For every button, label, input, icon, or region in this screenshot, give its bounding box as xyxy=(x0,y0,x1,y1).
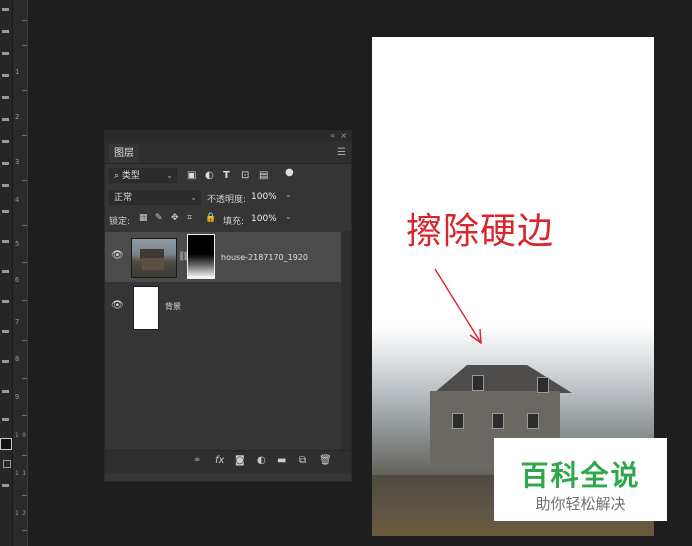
filter-row: ⌕ 类型 ⌄ ▣ ◐ T ⊡ ▤ ● xyxy=(105,167,351,185)
watermark-box: 百科全说 助你轻松解决 xyxy=(494,438,667,521)
lock-row: 锁定: ▦ ✎ ✥ ⌗ 🔒 填充: 100% ⌄ xyxy=(105,211,351,229)
ruler-number: 1 xyxy=(15,68,20,76)
filter-kind-dropdown[interactable]: ⌕ 类型 ⌄ xyxy=(109,168,177,183)
lock-image-icon[interactable]: ✎ xyxy=(155,213,163,223)
annotation-arrow-icon xyxy=(434,268,482,345)
tool-icon[interactable] xyxy=(2,300,9,303)
chevron-down-icon[interactable]: ⌄ xyxy=(285,190,292,199)
pixel-filter-icon[interactable]: ▣ xyxy=(187,170,196,181)
layer-row-house[interactable]: 👁 ⛓ house-2187170_1920 xyxy=(105,232,341,282)
layer-row-background[interactable]: 👁 背景 xyxy=(105,282,341,332)
lock-position-icon[interactable]: ✥ xyxy=(171,213,179,223)
layer-thumbnail[interactable] xyxy=(133,286,159,330)
tool-icon[interactable] xyxy=(2,30,9,33)
ruler-number: 1 2 xyxy=(15,510,26,517)
tool-icon[interactable] xyxy=(2,360,9,363)
ruler-number: 5 xyxy=(15,240,20,248)
lock-all-icon[interactable]: 🔒 xyxy=(205,213,216,223)
layers-bottom-toolbar: ⚭ fx ◙ ◐ ▬ ⧉ 🗑 xyxy=(105,450,351,473)
chevron-down-icon: ⌄ xyxy=(166,171,173,180)
tool-icon[interactable] xyxy=(2,390,9,393)
quick-mask-icon[interactable] xyxy=(3,460,11,468)
tool-icon[interactable] xyxy=(2,96,9,99)
fill-label: 填充: xyxy=(223,217,245,227)
blend-mode-value: 正常 xyxy=(114,193,133,203)
layer-thumbnail[interactable] xyxy=(131,238,177,278)
filter-kind-label: 类型 xyxy=(121,171,140,181)
tool-icon[interactable] xyxy=(2,330,9,333)
blend-mode-dropdown[interactable]: 正常 ⌄ xyxy=(109,190,201,205)
trash-icon[interactable]: 🗑 xyxy=(319,455,332,466)
adjustment-layer-icon[interactable]: ◐ xyxy=(257,455,266,466)
panel-tabs: 图层 ☰ xyxy=(105,141,351,164)
fill-value[interactable]: 100% xyxy=(251,214,277,224)
group-folder-icon[interactable]: ▬ xyxy=(277,455,286,466)
tool-icon[interactable] xyxy=(2,270,9,273)
opacity-label: 不透明度: xyxy=(207,195,247,205)
fx-icon[interactable]: fx xyxy=(215,455,224,466)
tool-icon[interactable] xyxy=(2,240,9,243)
watermark-subtitle: 助你轻松解决 xyxy=(535,495,626,513)
foreground-color-swatch[interactable] xyxy=(0,438,12,450)
layer-mask-thumbnail[interactable] xyxy=(187,234,215,279)
adjustment-filter-icon[interactable]: ◐ xyxy=(205,170,214,181)
panel-menu-icon[interactable]: ☰ xyxy=(337,147,346,158)
search-icon: ⌕ xyxy=(114,171,120,181)
ruler-number: 8 xyxy=(15,355,20,363)
eye-icon[interactable]: 👁 xyxy=(111,300,124,311)
lock-label: 锁定: xyxy=(109,217,131,227)
lock-transparent-icon[interactable]: ▦ xyxy=(139,213,148,223)
chevron-down-icon: ⌄ xyxy=(190,193,197,202)
tool-icon[interactable] xyxy=(2,162,9,165)
screen-mode-icon[interactable] xyxy=(2,484,9,487)
smart-object-filter-icon[interactable]: ▤ xyxy=(259,170,268,181)
ruler-number: 1 1 xyxy=(15,470,26,477)
ruler-number: 4 xyxy=(15,196,20,204)
tab-layers[interactable]: 图层 xyxy=(109,144,139,163)
tool-icon[interactable] xyxy=(2,52,9,55)
scrollbar[interactable] xyxy=(341,231,351,451)
tool-icon[interactable] xyxy=(2,210,9,213)
ruler-number: 7 xyxy=(15,318,20,326)
ruler-number: 6 xyxy=(15,276,20,284)
type-filter-icon[interactable]: T xyxy=(223,170,230,181)
link-layers-icon[interactable]: ⚭ xyxy=(193,455,201,466)
shape-filter-icon[interactable]: ⊡ xyxy=(241,170,249,181)
chevron-down-icon[interactable]: ⌄ xyxy=(285,212,292,221)
ruler-number: 9 xyxy=(15,393,20,401)
panel-title-bar: « × xyxy=(105,131,351,141)
annotation-text: 擦除硬边 xyxy=(406,211,555,252)
tool-icon[interactable] xyxy=(2,74,9,77)
vertical-ruler: 1 2 3 4 5 6 7 8 9 1 0 1 1 1 2 xyxy=(13,0,28,546)
lock-artboard-icon[interactable]: ⌗ xyxy=(187,213,192,223)
tool-icon[interactable] xyxy=(2,140,9,143)
layer-name[interactable]: 背景 xyxy=(165,301,181,312)
layers-panel: « × 图层 ☰ ⌕ 类型 ⌄ ▣ ◐ T ⊡ ▤ ● 正常 ⌄ 不透明度: 1… xyxy=(104,130,352,482)
add-mask-icon[interactable]: ◙ xyxy=(235,455,245,466)
tools-panel xyxy=(0,0,13,546)
tool-icon[interactable] xyxy=(2,118,9,121)
ruler-number: 2 xyxy=(15,113,20,121)
close-icon[interactable]: × xyxy=(340,131,347,140)
new-layer-icon[interactable]: ⧉ xyxy=(299,455,306,466)
tool-icon[interactable] xyxy=(2,8,9,11)
ruler-number: 3 xyxy=(15,158,20,166)
collapse-icon[interactable]: « xyxy=(330,131,335,140)
layer-name[interactable]: house-2187170_1920 xyxy=(221,253,308,262)
eye-icon[interactable]: 👁 xyxy=(111,250,124,261)
filter-toggle-icon[interactable]: ● xyxy=(285,167,294,178)
tool-icon[interactable] xyxy=(2,418,9,421)
blend-row: 正常 ⌄ 不透明度: 100% ⌄ xyxy=(105,189,351,207)
ruler-number: 1 0 xyxy=(15,432,26,439)
tool-icon[interactable] xyxy=(2,184,9,187)
watermark-title: 百科全说 xyxy=(520,459,641,492)
opacity-value[interactable]: 100% xyxy=(251,192,277,202)
